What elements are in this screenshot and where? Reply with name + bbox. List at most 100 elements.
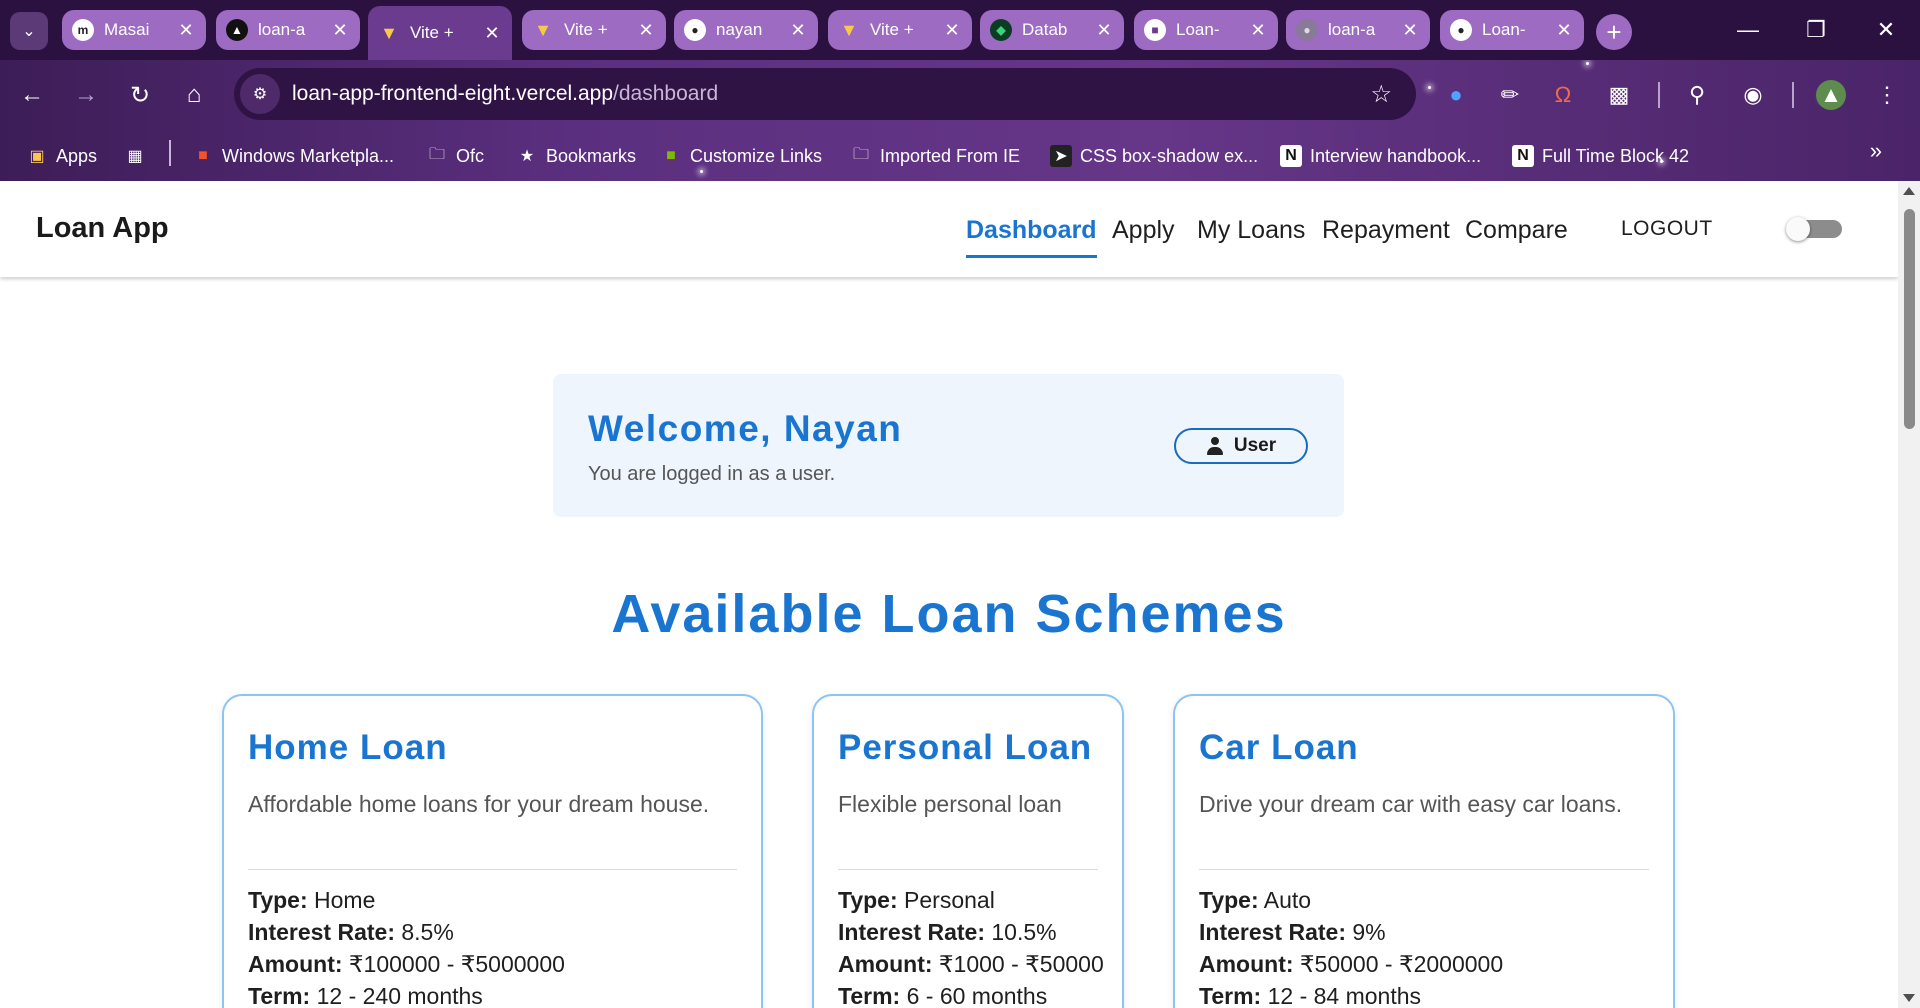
vite-icon: ▼ [380, 22, 398, 43]
bookmark-folder-ofc[interactable]: 🗀 Ofc [426, 143, 484, 169]
browser-tab[interactable]: ▲ loan-a ✕ [216, 10, 360, 50]
back-arrow-icon[interactable]: ← [14, 77, 50, 113]
scheme-rate: Interest Rate: 10.5% [838, 919, 1057, 945]
close-icon[interactable]: ✕ [1554, 20, 1574, 41]
minimize-icon[interactable]: — [1714, 0, 1782, 60]
tab-title: Vite + [564, 20, 608, 39]
notion-icon: N [1280, 145, 1302, 167]
scheme-name: Car Loan [1199, 728, 1359, 767]
browser-tab-active[interactable]: ▼ Vite + ✕ [368, 6, 512, 60]
scroll-up-arrow-icon[interactable] [1903, 187, 1915, 195]
browser-tab[interactable]: m Masai ✕ [62, 10, 206, 50]
bookmark-folder-imported[interactable]: 🗀 Imported From IE [850, 143, 1020, 169]
grid-icon: ▦ [127, 148, 143, 165]
folder-icon: 🗀 [852, 145, 869, 163]
logout-button[interactable]: LOGOUT [1621, 217, 1713, 241]
close-icon[interactable]: ✕ [1248, 20, 1268, 41]
scheme-card-home[interactable]: Home Loan Affordable home loans for your… [222, 694, 763, 1008]
browser-tab[interactable]: ▼ Vite + ✕ [828, 10, 972, 50]
bookmark-star-icon[interactable]: ☆ [1370, 80, 1392, 109]
close-icon[interactable]: ✕ [942, 20, 962, 41]
nav-link-repayment[interactable]: Repayment [1322, 216, 1450, 245]
browser-tab[interactable]: ◆ Datab ✕ [980, 10, 1124, 50]
bookmark-label: Ofc [456, 145, 485, 166]
vite-icon: ▼ [840, 19, 858, 40]
bookmark-windows-marketplace[interactable]: ■ Windows Marketpla... [192, 143, 394, 169]
url-path: /dashboard [613, 82, 719, 105]
person-icon [1206, 437, 1224, 455]
card-divider [1199, 869, 1649, 870]
page-scrollbar[interactable] [1898, 181, 1920, 1008]
app-brand[interactable]: Loan App [36, 212, 169, 245]
scheme-card-car[interactable]: Car Loan Drive your dream car with easy … [1173, 694, 1675, 1008]
bookmark-customize-links[interactable]: ■ Customize Links [660, 143, 822, 169]
tab-title: Loan- [1176, 20, 1220, 39]
github-icon: ● [684, 19, 706, 41]
address-bar[interactable]: ⚙ loan-app-frontend-eight.vercel.app/das… [234, 68, 1416, 120]
location-pin-icon[interactable]: ◉ [1738, 80, 1768, 110]
password-key-icon[interactable]: ⚲ [1682, 80, 1712, 110]
color-picker-extension-icon[interactable]: ✏ [1495, 80, 1525, 110]
close-icon[interactable]: ✕ [176, 20, 196, 41]
close-icon[interactable]: ✕ [1094, 20, 1114, 41]
nav-link-my-loans[interactable]: My Loans [1197, 216, 1305, 245]
bookmark-bookmarks[interactable]: ★ Bookmarks [516, 143, 636, 169]
page-content: Loan App Dashboard Apply My Loans Repaym… [0, 181, 1898, 1008]
toolbar-divider [1658, 82, 1660, 108]
close-icon[interactable]: ✕ [330, 20, 350, 41]
tab-title: loan-a [1328, 20, 1376, 39]
site-settings-icon[interactable]: ⚙ [240, 74, 280, 114]
water-drop-extension-icon[interactable]: ● [1441, 80, 1471, 110]
scheme-amount: Amount: ₹100000 - ₹5000000 [248, 951, 565, 977]
more-bookmarks-icon[interactable]: » [1870, 138, 1882, 164]
tab-groups-button[interactable]: ▦ [124, 143, 154, 169]
scheme-card-personal[interactable]: Personal Loan Flexible personal loan Typ… [812, 694, 1124, 1008]
bookmark-css-box-shadow[interactable]: ➤ CSS box-shadow ex... [1050, 143, 1258, 169]
scroll-down-arrow-icon[interactable] [1903, 994, 1915, 1002]
window-close-icon[interactable]: ✕ [1852, 0, 1920, 60]
bookmark-label: Apps [56, 145, 98, 166]
welcome-card: Welcome, Nayan You are logged in as a us… [553, 374, 1344, 517]
close-icon[interactable]: ✕ [482, 23, 502, 44]
role-badge: User [1174, 428, 1308, 464]
bookmark-apps[interactable]: ▣ Apps [26, 143, 97, 169]
scheme-type: Type: Auto [1199, 887, 1312, 913]
tab-search-button[interactable]: ⌄ [10, 12, 48, 50]
bookmark-full-time-block[interactable]: N Full Time Block 42 [1512, 143, 1689, 169]
home-icon[interactable]: ⌂ [176, 77, 212, 113]
mongodb-icon: ◆ [990, 19, 1012, 41]
svelte-devtools-icon[interactable]: Ω [1548, 80, 1578, 110]
tab-title: Loan- [1482, 20, 1526, 39]
card-divider [838, 869, 1098, 870]
close-icon[interactable]: ✕ [1400, 20, 1420, 41]
browser-chrome: ⌄ m Masai ✕ ▲ loan-a ✕ ▼ Vite + ✕ ▼ Vite… [0, 0, 1920, 181]
restore-icon[interactable]: ❐ [1782, 0, 1850, 60]
url-host: loan-app-frontend-eight.vercel.app [292, 82, 614, 105]
browser-menu-icon[interactable]: ⋮ [1872, 80, 1902, 110]
close-icon[interactable]: ✕ [636, 20, 656, 41]
scheme-description: Drive your dream car with easy car loans… [1199, 791, 1623, 817]
browser-tab[interactable]: ● Loan- ✕ [1440, 10, 1584, 50]
forward-arrow-icon[interactable]: → [68, 77, 104, 113]
browser-tab[interactable]: ▼ Vite + ✕ [522, 10, 666, 50]
scrollbar-thumb[interactable] [1904, 209, 1915, 429]
profile-avatar[interactable]: ▲ [1816, 80, 1846, 110]
nav-link-compare[interactable]: Compare [1465, 216, 1568, 245]
card-divider [248, 869, 737, 870]
bookmark-interview-handbook[interactable]: N Interview handbook... [1280, 143, 1481, 169]
browser-toolbar: ← → ↻ ⌂ ⚙ loan-app-frontend-eight.vercel… [0, 60, 1920, 130]
reload-icon[interactable]: ↻ [122, 77, 158, 113]
extensions-puzzle-icon[interactable]: ▩ [1604, 80, 1634, 110]
close-icon[interactable]: ✕ [788, 20, 808, 41]
theme-toggle[interactable] [1786, 217, 1844, 241]
nav-link-dashboard[interactable]: Dashboard [966, 216, 1097, 258]
app-header: Loan App Dashboard Apply My Loans Repaym… [0, 181, 1898, 277]
bookmarks-divider [169, 140, 171, 166]
scheme-description: Affordable home loans for your dream hou… [248, 791, 710, 817]
browser-tab[interactable]: ■ Loan- ✕ [1134, 10, 1278, 50]
nav-link-apply[interactable]: Apply [1112, 216, 1175, 245]
scheme-term: Term: 12 - 240 months [248, 983, 483, 1008]
browser-tab[interactable]: ● loan-a ✕ [1286, 10, 1430, 50]
browser-tab[interactable]: ● nayan ✕ [674, 10, 818, 50]
new-tab-button[interactable]: + [1596, 14, 1632, 50]
